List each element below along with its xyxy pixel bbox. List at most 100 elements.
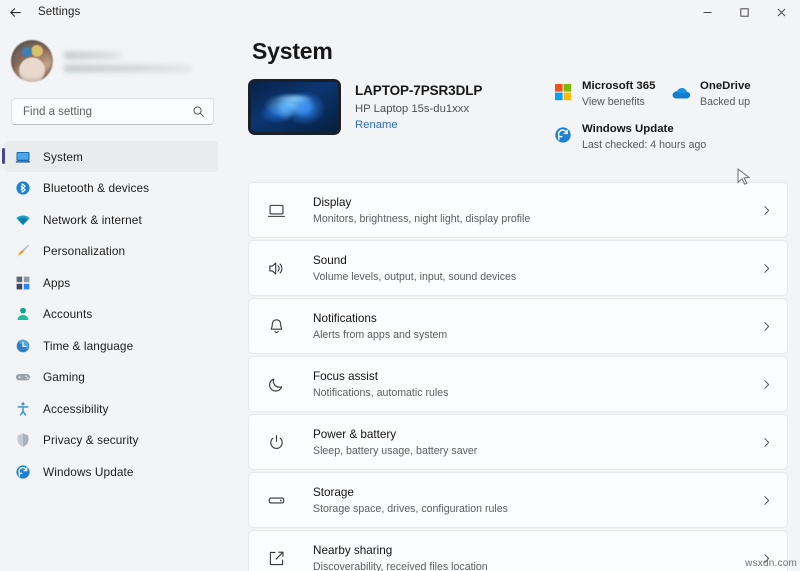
tile-subtitle: Last checked: 4 hours ago [582,139,706,151]
sidebar-nav: System Bluetooth & devices Network & int… [0,141,228,487]
rename-link[interactable]: Rename [355,119,482,131]
chevron-right-icon[interactable] [760,204,773,217]
tile-title: OneDrive [700,80,751,92]
sidebar-item-apps[interactable]: Apps [4,267,218,298]
windows-update-icon [15,464,31,480]
tile-onedrive[interactable]: OneDrive Backed up [671,80,791,108]
sidebar-item-bluetooth-devices[interactable]: Bluetooth & devices [4,173,218,204]
settings-row-focus-assist[interactable]: Focus assist Notifications, automatic ru… [248,356,788,412]
sidebar-item-accessibility[interactable]: Accessibility [4,393,218,424]
profile-text [64,50,191,72]
row-subtitle: Volume levels, output, input, sound devi… [313,271,760,283]
avatar [11,40,53,82]
sidebar-item-label: Network & internet [43,213,142,227]
privacy-shield-icon [15,432,31,448]
sidebar-item-label: Gaming [43,370,85,384]
sidebar-item-network-internet[interactable]: Network & internet [4,204,218,235]
sidebar-item-privacy-security[interactable]: Privacy & security [4,425,218,456]
sidebar-item-personalization[interactable]: Personalization [4,236,218,267]
row-title: Focus assist [313,370,760,383]
chevron-right-icon[interactable] [760,320,773,333]
search-box[interactable] [11,98,214,125]
search-input[interactable] [23,106,192,118]
device-model: HP Laptop 15s-du1xxx [355,103,482,115]
row-title: Nearby sharing [313,544,760,557]
sidebar: System Bluetooth & devices Network & int… [0,24,228,571]
sidebar-item-label: Apps [43,276,70,290]
app-title: Settings [38,6,80,18]
settings-window: Settings [0,0,800,571]
tile-title: Windows Update [582,123,706,135]
personalization-brush-icon [15,243,31,259]
sidebar-item-label: Time & language [43,339,133,353]
page-title: System [228,24,800,65]
sidebar-item-gaming[interactable]: Gaming [4,362,218,393]
chevron-right-icon[interactable] [760,262,773,275]
maximize-icon[interactable] [726,0,763,24]
accounts-person-icon [15,306,31,322]
sidebar-item-windows-update[interactable]: Windows Update [4,456,218,487]
settings-row-sound[interactable]: Sound Volume levels, output, input, soun… [248,240,788,296]
microsoft-logo-icon [553,82,573,102]
row-subtitle: Sleep, battery usage, battery saver [313,445,760,457]
bluetooth-icon [15,180,31,196]
nearby-share-icon [265,547,287,569]
chevron-right-icon[interactable] [760,494,773,507]
network-wifi-icon [15,212,31,228]
sidebar-item-time-language[interactable]: Time & language [4,330,218,361]
minimize-icon[interactable] [689,0,726,24]
gaming-controller-icon [15,369,31,385]
window-controls [689,0,800,24]
sidebar-item-label: Privacy & security [43,433,139,447]
sidebar-item-system[interactable]: System [4,141,218,172]
sidebar-item-accounts[interactable]: Accounts [4,299,218,330]
chevron-right-icon[interactable] [760,436,773,449]
onedrive-cloud-icon [671,82,691,102]
tile-microsoft-365[interactable]: Microsoft 365 View benefits [553,80,671,108]
windows-update-icon [553,125,573,145]
row-subtitle: Monitors, brightness, night light, displ… [313,213,760,225]
profile-name-redacted [64,52,122,59]
row-title: Notifications [313,312,760,325]
profile-email-redacted [64,65,191,72]
accessibility-person-icon [15,401,31,417]
back-arrow-icon[interactable] [0,1,30,23]
focus-moon-icon [265,373,287,395]
settings-row-power-battery[interactable]: Power & battery Sleep, battery usage, ba… [248,414,788,470]
status-tiles: Microsoft 365 View benefits OneDrive Bac… [553,80,800,151]
notifications-bell-icon [265,315,287,337]
sidebar-item-label: Bluetooth & devices [43,181,149,195]
sidebar-item-label: Accounts [43,307,92,321]
row-title: Storage [313,486,760,499]
settings-row-display[interactable]: Display Monitors, brightness, night ligh… [248,182,788,238]
title-bar: Settings [0,0,800,24]
row-subtitle: Storage space, drives, configuration rul… [313,503,760,515]
search-container [0,86,228,125]
chevron-right-icon[interactable] [760,378,773,391]
device-info: LAPTOP-7PSR3DLP HP Laptop 15s-du1xxx Ren… [341,79,482,135]
settings-list: Display Monitors, brightness, night ligh… [248,182,788,571]
settings-row-storage[interactable]: Storage Storage space, drives, configura… [248,472,788,528]
sidebar-item-label: Accessibility [43,402,109,416]
row-title: Display [313,196,760,209]
tile-title: Microsoft 365 [582,80,655,92]
storage-drive-icon [265,489,287,511]
row-subtitle: Discoverability, received files location [313,561,760,571]
row-subtitle: Alerts from apps and system [313,329,760,341]
main-content: System LAPTOP-7PSR3DLP HP Laptop 15s-du1… [228,24,800,571]
display-monitor-icon [265,199,287,221]
settings-row-nearby-sharing[interactable]: Nearby sharing Discoverability, received… [248,530,788,571]
tile-windows-update[interactable]: Windows Update Last checked: 4 hours ago [553,123,800,151]
windows-bloom-wallpaper [248,79,341,135]
close-icon[interactable] [763,0,800,24]
watermark: wsxdn.com [745,558,797,569]
power-icon [265,431,287,453]
row-title: Power & battery [313,428,760,441]
system-monitor-icon [15,149,31,165]
settings-row-notifications[interactable]: Notifications Alerts from apps and syste… [248,298,788,354]
sidebar-item-label: System [43,150,83,164]
row-subtitle: Notifications, automatic rules [313,387,760,399]
user-profile[interactable] [0,24,228,86]
sidebar-item-label: Personalization [43,244,125,258]
time-clock-icon [15,338,31,354]
